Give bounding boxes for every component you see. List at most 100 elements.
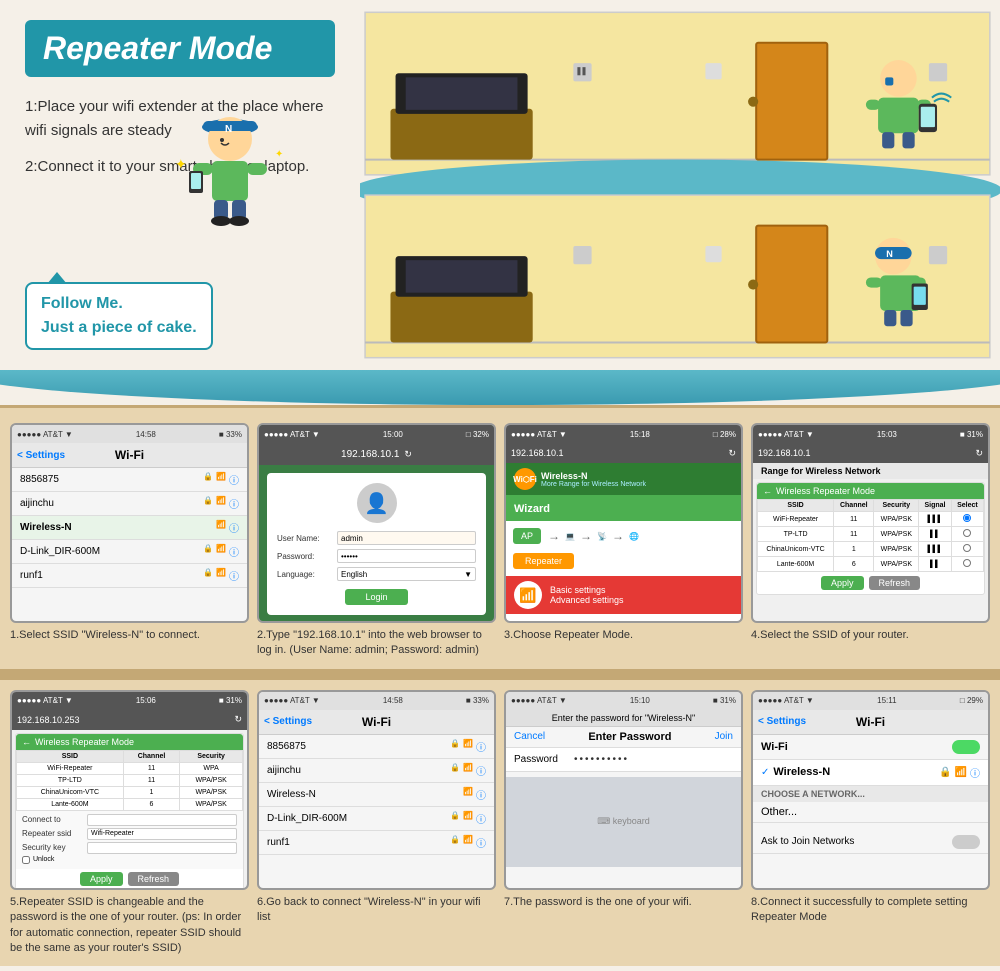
apply-button[interactable]: Apply [821,576,864,590]
login-button[interactable]: Login [345,589,407,605]
cancel-button[interactable]: Cancel [514,731,545,742]
phone5-ssid-table: SSID Channel Security WiFi-Repeater 11 W… [16,750,243,811]
connect-input[interactable] [87,814,237,826]
ssid-name: Lante-600M [17,798,124,810]
wifi6-item-runf1[interactable]: runf1 🔒 📶 ⓘ [259,831,494,855]
ssid-row[interactable]: TP-LTD 11 WPA/PSK [17,774,243,786]
info-icon[interactable]: ⓘ [229,496,239,511]
connected-network-info: ✓ Wireless-N [761,766,830,778]
wifi-icons: 🔒 📶 ⓘ [450,811,486,826]
info-icon[interactable]: ⓘ [229,568,239,583]
refresh-icon[interactable]: ↻ [404,449,412,460]
info-icon[interactable]: ⓘ [970,765,980,780]
ssid-row[interactable]: ChinaUnicom-VTC 1 WPA/PSK [17,786,243,798]
basic-settings-link[interactable]: Basic settings [550,585,624,595]
wifi-item-runf1[interactable]: runf1 🔒 📶 ⓘ [12,564,247,588]
language-select[interactable]: English▼ [337,567,476,581]
phone3-address-bar[interactable]: 192.168.10.1 ↻ [506,443,741,463]
refresh-button[interactable]: Refresh [869,576,921,590]
info-icon[interactable]: ⓘ [229,520,239,535]
phone7-container: ●●●●● AT&T ▼ 15:10 ■ 31% Enter the passw… [504,690,743,957]
lock-icon: 🔒 [939,767,951,778]
phone2-battery: □ 32% [466,430,489,439]
phone4-battery: ■ 31% [960,430,983,439]
phone7-pass-value[interactable]: •••••••••• [574,754,629,765]
phone6-back[interactable]: < Settings [264,716,312,727]
wifi-icons: 📶 ⓘ [463,787,486,802]
refresh-icon[interactable]: ↻ [975,448,983,459]
username-label: User Name: [277,534,337,543]
language-label: Language: [277,570,337,579]
wifi6-item-dlink[interactable]: D-Link_DIR-600M 🔒 📶 ⓘ [259,807,494,831]
info-icon[interactable]: ⓘ [476,835,486,850]
phone5-address-bar[interactable]: 192.168.10.253 ↻ [12,710,247,730]
refresh-icon[interactable]: ↻ [234,714,242,725]
phone5-container: ●●●●● AT&T ▼ 15:06 ■ 31% 192.168.10.253 … [10,690,249,957]
security-key-input[interactable] [87,842,237,854]
phone1-back[interactable]: < Settings [17,450,65,461]
ask-join-row: Ask to Join Networks [753,831,988,854]
ssid-select[interactable] [951,557,983,572]
info-icon[interactable]: ⓘ [229,544,239,559]
ssid-select[interactable] [951,542,983,557]
back-arrow-icon[interactable]: ← [763,486,772,496]
phone2-address-bar[interactable]: 192.168.10.1 ↻ [259,443,494,465]
ssid-row-4[interactable]: Lante-600M 6 WPA/PSK ▌▌ [758,557,984,572]
wifi6-item-wireless-n[interactable]: Wireless-N 📶 ⓘ [259,783,494,807]
caption4: 4.Select the SSID of your router. [751,628,990,643]
other-network-row[interactable]: Other... [753,802,988,823]
advanced-settings-link[interactable]: Advanced settings [550,595,624,605]
ssid-security: WPA/PSK [180,798,243,810]
wifi-signal-icon: 📶 [463,787,473,802]
username-input[interactable]: admin [337,531,476,545]
keyboard-area: ⌨ keyboard [506,777,741,867]
col-signal: Signal [919,500,952,512]
caption2: 2.Type "192.168.10.1" into the web brows… [257,628,496,659]
wifi-item-dlink[interactable]: D-Link_DIR-600M 🔒 📶 ⓘ [12,540,247,564]
ssid-row[interactable]: Lante-600M 6 WPA/PSK [17,798,243,810]
info-icon[interactable]: ⓘ [476,739,486,754]
phone7-title: Enter Password [588,731,671,743]
phone8-navbar: < Settings Wi-Fi [753,710,988,735]
repeater-ssid-input[interactable]: Wifi-Repeater [87,828,237,840]
wifi-signal-icon: 📶 [463,739,473,754]
wifi-item-wireless-n[interactable]: Wireless-N 📶 ⓘ [12,516,247,540]
ssid-select[interactable] [951,512,983,527]
wifi-toggle[interactable] [952,740,980,754]
repeater-mode-panel: ← Wireless Repeater Mode SSID Channel Se… [756,482,985,595]
connected-network-row[interactable]: ✓ Wireless-N 🔒 📶 ⓘ [753,760,988,786]
ssid-signal: ▌▌ [919,557,952,572]
password-input[interactable]: •••••• [337,549,476,563]
wifi6-item-8856875[interactable]: 8856875 🔒 📶 ⓘ [259,735,494,759]
info-icon[interactable]: ⓘ [476,763,486,778]
info-icon[interactable]: ⓘ [229,472,239,487]
unlock-checkbox[interactable] [22,856,30,864]
info-icon[interactable]: ⓘ [476,787,486,802]
phone5-repeater-panel: ← Wireless Repeater Mode SSID Channel Se… [15,733,244,890]
phone4-address-bar[interactable]: 192.168.10.1 ↻ [753,443,988,463]
join-button[interactable]: Join [715,731,733,742]
back-arrow-icon[interactable]: ← [22,737,31,747]
phone8-back[interactable]: < Settings [758,716,806,727]
wifi-ssid: aijinchu [20,498,54,509]
ssid-row-3[interactable]: ChinaUnicom-VTC 1 WPA/PSK ▌▌▌ [758,542,984,557]
phone1-carrier: ●●●●● AT&T ▼ [17,430,73,439]
ap-mode-button[interactable]: AP [513,528,541,544]
phone5-apply-button[interactable]: Apply [80,872,123,886]
refresh-icon[interactable]: ↻ [728,448,736,459]
phone5-refresh-button[interactable]: Refresh [128,872,180,886]
ssid-select[interactable] [951,527,983,542]
ssid-row-1[interactable]: WiFi-Repeater 11 WPA/PSK ▌▌▌ [758,512,984,527]
wifi-item-8856875[interactable]: 8856875 🔒 📶 ⓘ [12,468,247,492]
info-icon[interactable]: ⓘ [476,811,486,826]
ssid-row[interactable]: WiFi-Repeater 11 WPA [17,762,243,774]
wifi-item-aijinchu[interactable]: aijinchu 🔒 📶 ⓘ [12,492,247,516]
ssid-signal: ▌▌ [919,527,952,542]
repeater-mode-button[interactable]: Repeater [513,553,574,569]
ask-join-toggle[interactable] [952,835,980,849]
wifi6-item-aijinchu[interactable]: aijinchu 🔒 📶 ⓘ [259,759,494,783]
ssid-row-2[interactable]: TP-LTD 11 WPA/PSK ▌▌ [758,527,984,542]
phone8-status: ●●●●● AT&T ▼ 15:11 □ 29% [753,692,988,710]
phone2-address: 192.168.10.1 [341,449,399,460]
phone6-screen: ●●●●● AT&T ▼ 14:58 ■ 33% < Settings Wi-F… [257,690,496,890]
